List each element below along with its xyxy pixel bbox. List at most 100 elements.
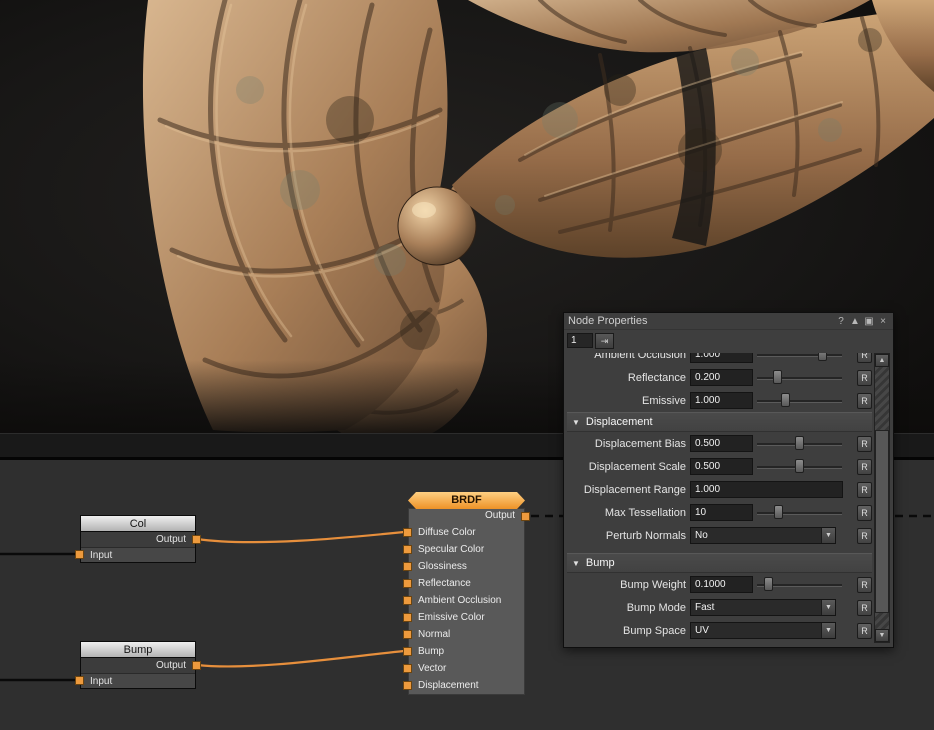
node-col[interactable]: Col Output Input (80, 515, 196, 563)
ambient-occlusion-reset-button[interactable]: R (857, 353, 872, 363)
row-label: Bump Weight (567, 579, 690, 591)
row-bump-space: Bump Space UV ▼ R (567, 619, 872, 642)
bump-mode-dropdown[interactable]: Fast ▼ (690, 599, 836, 616)
brdf-input-label: Reflectance (418, 578, 471, 589)
section-bump[interactable]: ▼ Bump (567, 553, 872, 573)
dropdown-value: No (691, 528, 821, 543)
perturb-normals-dropdown[interactable]: No ▼ (690, 527, 836, 544)
port-brdf-bump[interactable] (403, 647, 412, 656)
node-bump-title[interactable]: Bump (80, 641, 196, 658)
chevron-down-icon[interactable]: ▼ (821, 600, 835, 615)
port-brdf-specular-color[interactable] (403, 545, 412, 554)
slider-handle[interactable] (818, 353, 827, 361)
emissive-field[interactable] (690, 392, 753, 409)
section-displacement[interactable]: ▼ Displacement (567, 412, 872, 432)
help-icon[interactable]: ? (835, 316, 847, 327)
perturb-normals-reset-button[interactable]: R (857, 528, 872, 544)
row-label: Bump Space (567, 625, 690, 637)
index-jump-button[interactable]: ⇥ (595, 333, 614, 349)
brdf-input-row-displacement: Displacement (409, 677, 524, 694)
displacement-range-field[interactable] (690, 481, 843, 498)
node-col-title[interactable]: Col (80, 515, 196, 532)
brdf-input-row-ambient-occlusion: Ambient Occlusion (409, 592, 524, 609)
port-brdf-diffuse-color[interactable] (403, 528, 412, 537)
scrollbar-track[interactable] (875, 367, 889, 629)
bump-weight-field[interactable] (690, 576, 753, 593)
reflectance-field[interactable] (690, 369, 753, 386)
ambient-occlusion-slider[interactable] (756, 353, 843, 363)
port-brdf-output[interactable] (521, 512, 530, 521)
index-input[interactable] (567, 333, 593, 348)
node-bump[interactable]: Bump Output Input (80, 641, 196, 689)
bump-output-label: Output (156, 660, 186, 671)
chevron-down-icon[interactable]: ▼ (821, 528, 835, 543)
row-bump-mode: Bump Mode Fast ▼ R (567, 596, 872, 619)
displacement-scale-reset-button[interactable]: R (857, 459, 872, 475)
close-icon[interactable]: × (877, 316, 889, 327)
displacement-bias-reset-button[interactable]: R (857, 436, 872, 452)
row-label: Perturb Normals (567, 530, 690, 542)
chevron-down-icon[interactable]: ▼ (821, 623, 835, 638)
row-reflectance: Reflectance R (567, 366, 872, 389)
reflectance-slider[interactable] (756, 369, 843, 386)
port-brdf-displacement[interactable] (403, 681, 412, 690)
brdf-input-label: Vector (418, 663, 446, 674)
port-brdf-ambient-occlusion[interactable] (403, 596, 412, 605)
popup-icon[interactable]: ▲ (849, 316, 861, 327)
port-bump-input[interactable] (75, 676, 84, 685)
node-brdf[interactable]: BRDF Output Diffuse Color Specular Color… (408, 492, 525, 695)
displacement-scale-slider[interactable] (756, 458, 843, 475)
port-brdf-glossiness[interactable] (403, 562, 412, 571)
arrow-to-bar-icon: ⇥ (601, 336, 609, 346)
slider-handle[interactable] (781, 393, 790, 407)
slider-handle[interactable] (795, 436, 804, 450)
bump-weight-reset-button[interactable]: R (857, 577, 872, 593)
reflectance-reset-button[interactable]: R (857, 370, 872, 386)
bump-mode-reset-button[interactable]: R (857, 600, 872, 616)
node-brdf-title[interactable]: BRDF (408, 492, 525, 509)
port-brdf-reflectance[interactable] (403, 579, 412, 588)
bump-space-dropdown[interactable]: UV ▼ (690, 622, 836, 639)
port-bump-output[interactable] (192, 661, 201, 670)
max-tessellation-slider[interactable] (756, 504, 843, 521)
panel-scrollbar[interactable]: ▲ ▼ (874, 353, 890, 643)
panel-titlebar[interactable]: Node Properties ? ▲ ▣ × (564, 313, 893, 330)
row-label: Max Tessellation (567, 507, 690, 519)
slider-handle[interactable] (774, 505, 783, 519)
emissive-reset-button[interactable]: R (857, 393, 872, 409)
max-tessellation-field[interactable] (690, 504, 753, 521)
displacement-bias-field[interactable] (690, 435, 753, 452)
port-brdf-normal[interactable] (403, 630, 412, 639)
slider-handle[interactable] (795, 459, 804, 473)
slider-track (757, 377, 842, 380)
brdf-input-row-glossiness: Glossiness (409, 558, 524, 575)
row-label: Emissive (567, 395, 690, 407)
port-brdf-emissive-color[interactable] (403, 613, 412, 622)
scrollbar-thumb[interactable] (875, 430, 889, 613)
row-bump-weight: Bump Weight R (567, 573, 872, 596)
port-brdf-vector[interactable] (403, 664, 412, 673)
port-col-output[interactable] (192, 535, 201, 544)
bump-space-reset-button[interactable]: R (857, 623, 872, 639)
displacement-range-reset-button[interactable]: R (857, 482, 872, 498)
row-label: Reflectance (567, 372, 690, 384)
row-displacement-bias: Displacement Bias R (567, 432, 872, 455)
ambient-occlusion-field[interactable] (690, 353, 753, 363)
chevron-down-icon: ▼ (572, 559, 580, 568)
port-col-input[interactable] (75, 550, 84, 559)
displacement-scale-field[interactable] (690, 458, 753, 475)
bump-input-label: Input (90, 676, 112, 687)
bump-weight-slider[interactable] (756, 576, 843, 593)
slider-handle[interactable] (764, 577, 773, 591)
displacement-bias-slider[interactable] (756, 435, 843, 452)
max-tessellation-reset-button[interactable]: R (857, 505, 872, 521)
scroll-up-button[interactable]: ▲ (875, 354, 889, 367)
slider-handle[interactable] (773, 370, 782, 384)
brdf-output-row: Output (409, 509, 524, 524)
detach-icon[interactable]: ▣ (863, 316, 875, 327)
brdf-input-label: Diffuse Color (418, 527, 476, 538)
scroll-down-button[interactable]: ▼ (875, 629, 889, 642)
dropdown-value: Fast (691, 600, 821, 615)
col-output-label: Output (156, 534, 186, 545)
emissive-slider[interactable] (756, 392, 843, 409)
